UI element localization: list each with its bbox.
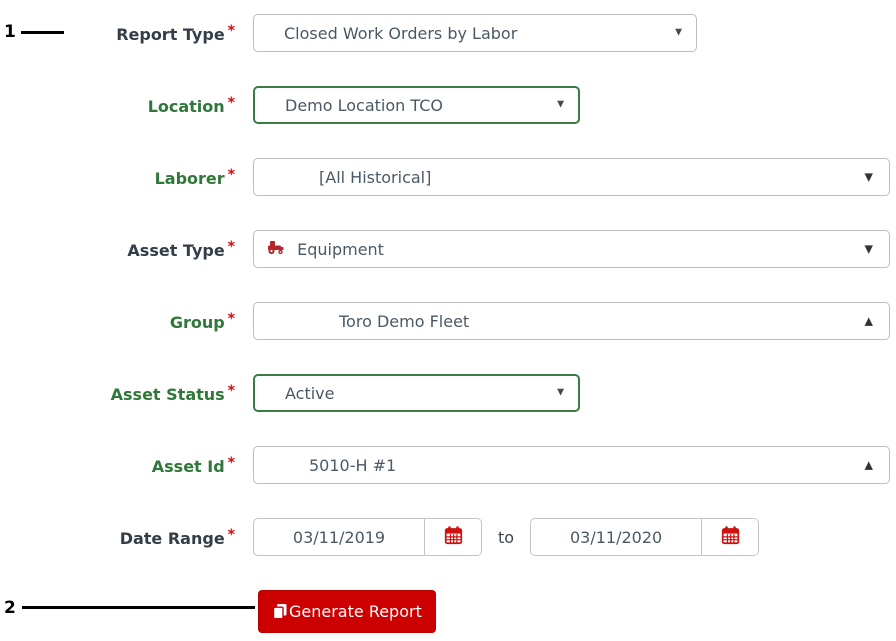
required-asterisk: * (228, 167, 235, 183)
date-range-label: Date Range* (0, 527, 235, 548)
date-from-group: 03/11/2019 (253, 518, 482, 556)
location-label-text: Location (148, 97, 225, 116)
chevron-down-icon: ▼ (675, 29, 682, 38)
location-row: Location* Demo Location TCO ▼ (0, 86, 890, 124)
chevron-down-icon: ▼ (865, 172, 873, 183)
chevron-up-icon: ▲ (865, 316, 873, 327)
required-asterisk: * (228, 311, 235, 327)
chevron-down-icon: ▼ (865, 244, 873, 255)
asset-id-label-text: Asset Id (152, 457, 225, 476)
asset-status-label: Asset Status* (0, 383, 235, 404)
asset-id-select[interactable]: 5010-H #1 ▲ (253, 446, 890, 484)
asset-type-row: Asset Type* Equipment ▼ (0, 230, 890, 268)
date-from-calendar-button[interactable] (424, 519, 481, 555)
asset-type-value-text: Equipment (297, 240, 384, 259)
required-asterisk: * (228, 23, 235, 39)
annotation-marker-1: 1 (4, 22, 16, 42)
required-asterisk: * (228, 383, 235, 399)
group-select[interactable]: Toro Demo Fleet ▲ (253, 302, 890, 340)
report-type-select[interactable]: Closed Work Orders by Labor ▼ (253, 14, 697, 52)
annotation-marker-2: 2 (4, 598, 16, 618)
asset-type-select[interactable]: Equipment ▼ (253, 230, 890, 268)
date-range-row: Date Range* 03/11/2019 (0, 518, 890, 556)
laborer-label: Laborer* (0, 167, 235, 188)
asset-type-label: Asset Type* (0, 239, 235, 260)
asset-status-value: Active (255, 384, 335, 403)
report-form: Report Type* Closed Work Orders by Labor… (0, 14, 890, 633)
date-range-separator: to (498, 528, 514, 547)
mower-icon (266, 240, 285, 255)
date-range-label-text: Date Range (120, 529, 225, 548)
copy-report-icon (272, 603, 288, 620)
calendar-icon (721, 526, 740, 549)
asset-status-row: Asset Status* Active ▼ (0, 374, 890, 412)
generate-report-button[interactable]: Generate Report (258, 590, 436, 633)
calendar-icon (444, 526, 463, 549)
chevron-down-icon: ▼ (557, 101, 564, 110)
location-label: Location* (0, 95, 235, 116)
group-label-text: Group (170, 313, 225, 332)
annotation-line-1 (21, 31, 64, 34)
generate-report-label: Generate Report (289, 602, 422, 621)
group-value: Toro Demo Fleet (254, 312, 469, 331)
laborer-select[interactable]: [All Historical] ▼ (253, 158, 890, 196)
group-row: Group* Toro Demo Fleet ▲ (0, 302, 890, 340)
required-asterisk: * (228, 95, 235, 111)
date-to-input[interactable]: 03/11/2020 (531, 519, 701, 555)
required-asterisk: * (228, 455, 235, 471)
group-label: Group* (0, 311, 235, 332)
button-row: Generate Report (258, 590, 890, 633)
laborer-value: [All Historical] (254, 168, 431, 187)
laborer-row: Laborer* [All Historical] ▼ (0, 158, 890, 196)
laborer-label-text: Laborer (155, 169, 225, 188)
asset-type-value: Equipment (254, 240, 384, 259)
required-asterisk: * (228, 527, 235, 543)
asset-status-select[interactable]: Active ▼ (253, 374, 580, 412)
location-select[interactable]: Demo Location TCO ▼ (253, 86, 580, 124)
report-type-label-text: Report Type (116, 25, 224, 44)
report-type-value: Closed Work Orders by Labor (254, 24, 517, 43)
chevron-down-icon: ▼ (557, 389, 564, 398)
asset-type-label-text: Asset Type (127, 241, 224, 260)
required-asterisk: * (228, 239, 235, 255)
asset-id-label: Asset Id* (0, 455, 235, 476)
date-from-input[interactable]: 03/11/2019 (254, 519, 424, 555)
asset-id-value: 5010-H #1 (254, 456, 396, 475)
location-value: Demo Location TCO (255, 96, 443, 115)
chevron-up-icon: ▲ (865, 460, 873, 471)
asset-id-row: Asset Id* 5010-H #1 ▲ (0, 446, 890, 484)
asset-status-label-text: Asset Status (111, 385, 225, 404)
report-type-row: Report Type* Closed Work Orders by Labor… (0, 14, 890, 52)
annotation-line-2 (22, 606, 255, 609)
date-to-group: 03/11/2020 (530, 518, 759, 556)
date-to-calendar-button[interactable] (701, 519, 758, 555)
